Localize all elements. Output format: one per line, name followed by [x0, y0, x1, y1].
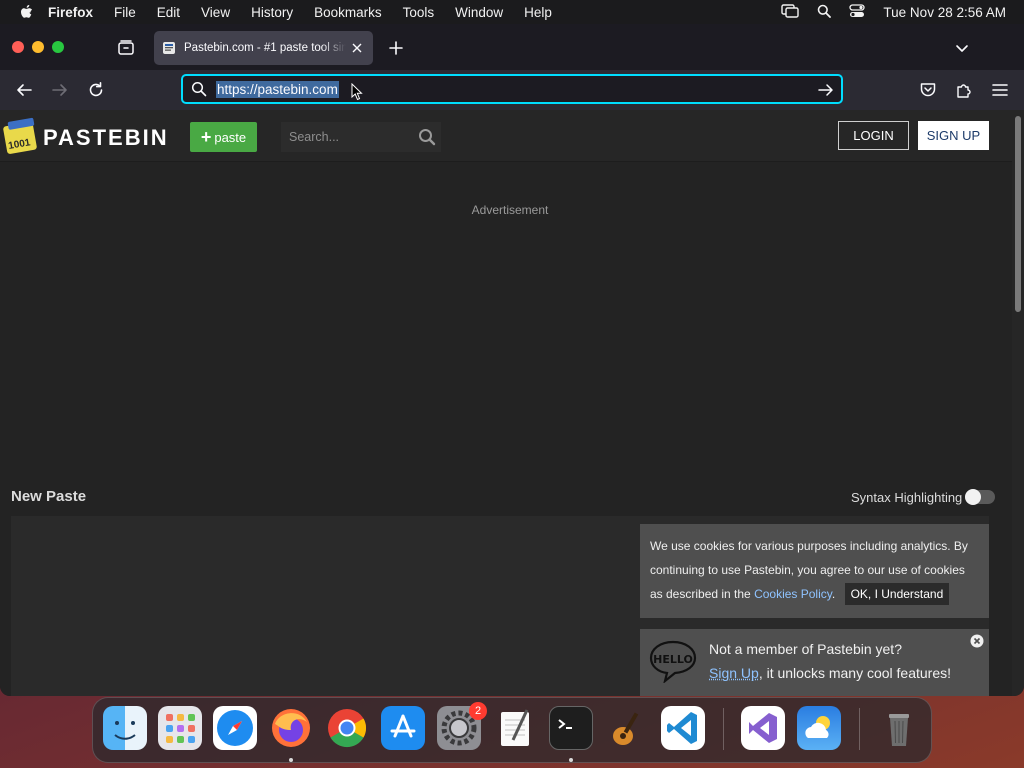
pastebin-page: 1001 PASTEBIN + paste LOGIN SIGN UP Adve…	[0, 110, 1012, 696]
member-signup-link[interactable]: Sign Up	[709, 665, 759, 681]
firefox-window: Pastebin.com - #1 paste tool since 2002!…	[0, 24, 1024, 696]
reload-icon[interactable]	[86, 80, 106, 100]
member-promo-text: Sign Up, it unlocks many cool features!	[709, 665, 951, 681]
member-promo: HELLO Not a member of Pastebin yet? Sign…	[640, 629, 989, 696]
dock-terminal-icon[interactable]	[549, 706, 593, 750]
address-bar-url[interactable]: https://pastebin.com	[216, 80, 339, 98]
dock-firefox-icon[interactable]	[269, 706, 313, 750]
zoom-window-button[interactable]	[52, 41, 64, 53]
firefox-view-icon[interactable]	[116, 38, 136, 58]
close-promo-icon[interactable]	[970, 634, 984, 648]
dock-trash-icon[interactable]	[877, 706, 921, 750]
forward-arrow-icon[interactable]	[50, 80, 70, 100]
hamburger-menu-icon[interactable]	[990, 80, 1010, 100]
tab-title: Pastebin.com - #1 paste tool since 2002!	[184, 42, 347, 54]
dock-textedit-icon[interactable]	[493, 706, 537, 750]
pastebin-logo-text[interactable]: PASTEBIN	[43, 125, 169, 151]
navigation-toolbar: https://pastebin.com	[0, 70, 1024, 110]
signup-button[interactable]: SIGN UP	[918, 121, 989, 150]
macos-menu-bar: Firefox File Edit View History Bookmarks…	[0, 0, 1024, 24]
menu-app-firefox[interactable]: Firefox	[48, 5, 93, 20]
dock-launchpad-icon[interactable]	[158, 706, 202, 750]
new-paste-heading: New Paste	[11, 488, 87, 505]
apple-menu-icon[interactable]	[18, 4, 34, 20]
advertisement-label: Advertisement	[471, 203, 549, 217]
close-tab-icon[interactable]	[349, 40, 365, 56]
back-arrow-icon[interactable]	[14, 80, 34, 100]
menu-bar-clock[interactable]: Tue Nov 28 2:56 AM	[883, 5, 1006, 20]
scrollbar-thumb[interactable]	[1015, 116, 1021, 312]
pastebin-favicon-icon	[162, 41, 176, 55]
menu-window[interactable]: Window	[455, 5, 503, 20]
dock-chrome-icon[interactable]	[325, 706, 369, 750]
login-button[interactable]: LOGIN	[838, 121, 909, 150]
site-search-icon[interactable]	[418, 128, 436, 146]
minimize-window-button[interactable]	[32, 41, 44, 53]
dock-weather-icon[interactable]	[797, 706, 841, 750]
cookies-policy-link[interactable]: Cookies Policy	[754, 587, 832, 601]
dock-separator	[723, 708, 724, 750]
extensions-puzzle-icon[interactable]	[954, 80, 974, 100]
control-center-icon[interactable]	[849, 3, 866, 21]
site-header: 1001 PASTEBIN + paste LOGIN SIGN UP	[0, 110, 1012, 162]
menu-edit[interactable]: Edit	[157, 5, 180, 20]
dock-garageband-icon[interactable]	[605, 706, 649, 750]
address-bar[interactable]: https://pastebin.com	[181, 74, 843, 104]
menu-tools[interactable]: Tools	[403, 5, 435, 20]
pastebin-logo-icon[interactable]: 1001	[3, 116, 39, 156]
tab-pastebin[interactable]: Pastebin.com - #1 paste tool since 2002!	[154, 31, 373, 65]
dock-app-store-icon[interactable]	[381, 706, 425, 750]
tab-strip: Pastebin.com - #1 paste tool since 2002!	[0, 24, 1024, 70]
menu-history[interactable]: History	[251, 5, 293, 20]
dock-separator-trash	[859, 708, 860, 750]
dock-visual-studio-icon[interactable]	[741, 706, 785, 750]
toggle-knob	[965, 489, 981, 505]
menu-file[interactable]: File	[114, 5, 136, 20]
dock-vscode-icon[interactable]	[661, 706, 705, 750]
firefox-running-indicator	[289, 758, 293, 762]
cookie-notice-period: .	[831, 587, 836, 601]
screen-mirroring-icon[interactable]	[781, 3, 800, 21]
new-paste-button[interactable]: + paste	[190, 122, 257, 152]
system-settings-badge: 2	[469, 702, 487, 720]
member-promo-rest: , it unlocks many cool features!	[758, 665, 952, 681]
plus-icon: +	[200, 127, 212, 147]
site-search	[281, 122, 441, 152]
new-tab-plus-icon[interactable]	[386, 38, 406, 58]
cookie-notice: We use cookies for various purposes incl…	[640, 524, 989, 618]
syntax-highlighting-label: Syntax Highlighting	[851, 490, 963, 505]
cookie-ok-button[interactable]: OK, I Understand	[844, 583, 950, 605]
macos-dock: 2	[92, 697, 932, 763]
syntax-highlighting-toggle[interactable]	[965, 489, 995, 505]
list-all-tabs-chevron-icon[interactable]	[952, 38, 972, 58]
window-controls	[12, 41, 64, 53]
close-window-button[interactable]	[12, 41, 24, 53]
new-paste-button-label: paste	[214, 129, 247, 145]
menu-view[interactable]: View	[201, 5, 230, 20]
pocket-icon[interactable]	[918, 80, 938, 100]
hello-speech-bubble-icon: HELLO	[648, 639, 698, 684]
menu-bookmarks[interactable]: Bookmarks	[314, 5, 382, 20]
mouse-pointer-icon	[351, 82, 363, 101]
go-arrow-icon[interactable]	[817, 81, 835, 99]
menu-help[interactable]: Help	[524, 5, 552, 20]
dock-safari-icon[interactable]	[213, 706, 257, 750]
page-scrollbar[interactable]	[1012, 110, 1024, 696]
site-search-input[interactable]	[289, 130, 415, 144]
member-promo-title: Not a member of Pastebin yet?	[709, 641, 902, 657]
terminal-running-indicator	[569, 758, 573, 762]
address-bar-search-icon	[191, 81, 207, 97]
spotlight-search-icon[interactable]	[817, 4, 832, 21]
dock-finder-icon[interactable]	[103, 706, 147, 750]
svg-text:HELLO: HELLO	[653, 653, 693, 666]
